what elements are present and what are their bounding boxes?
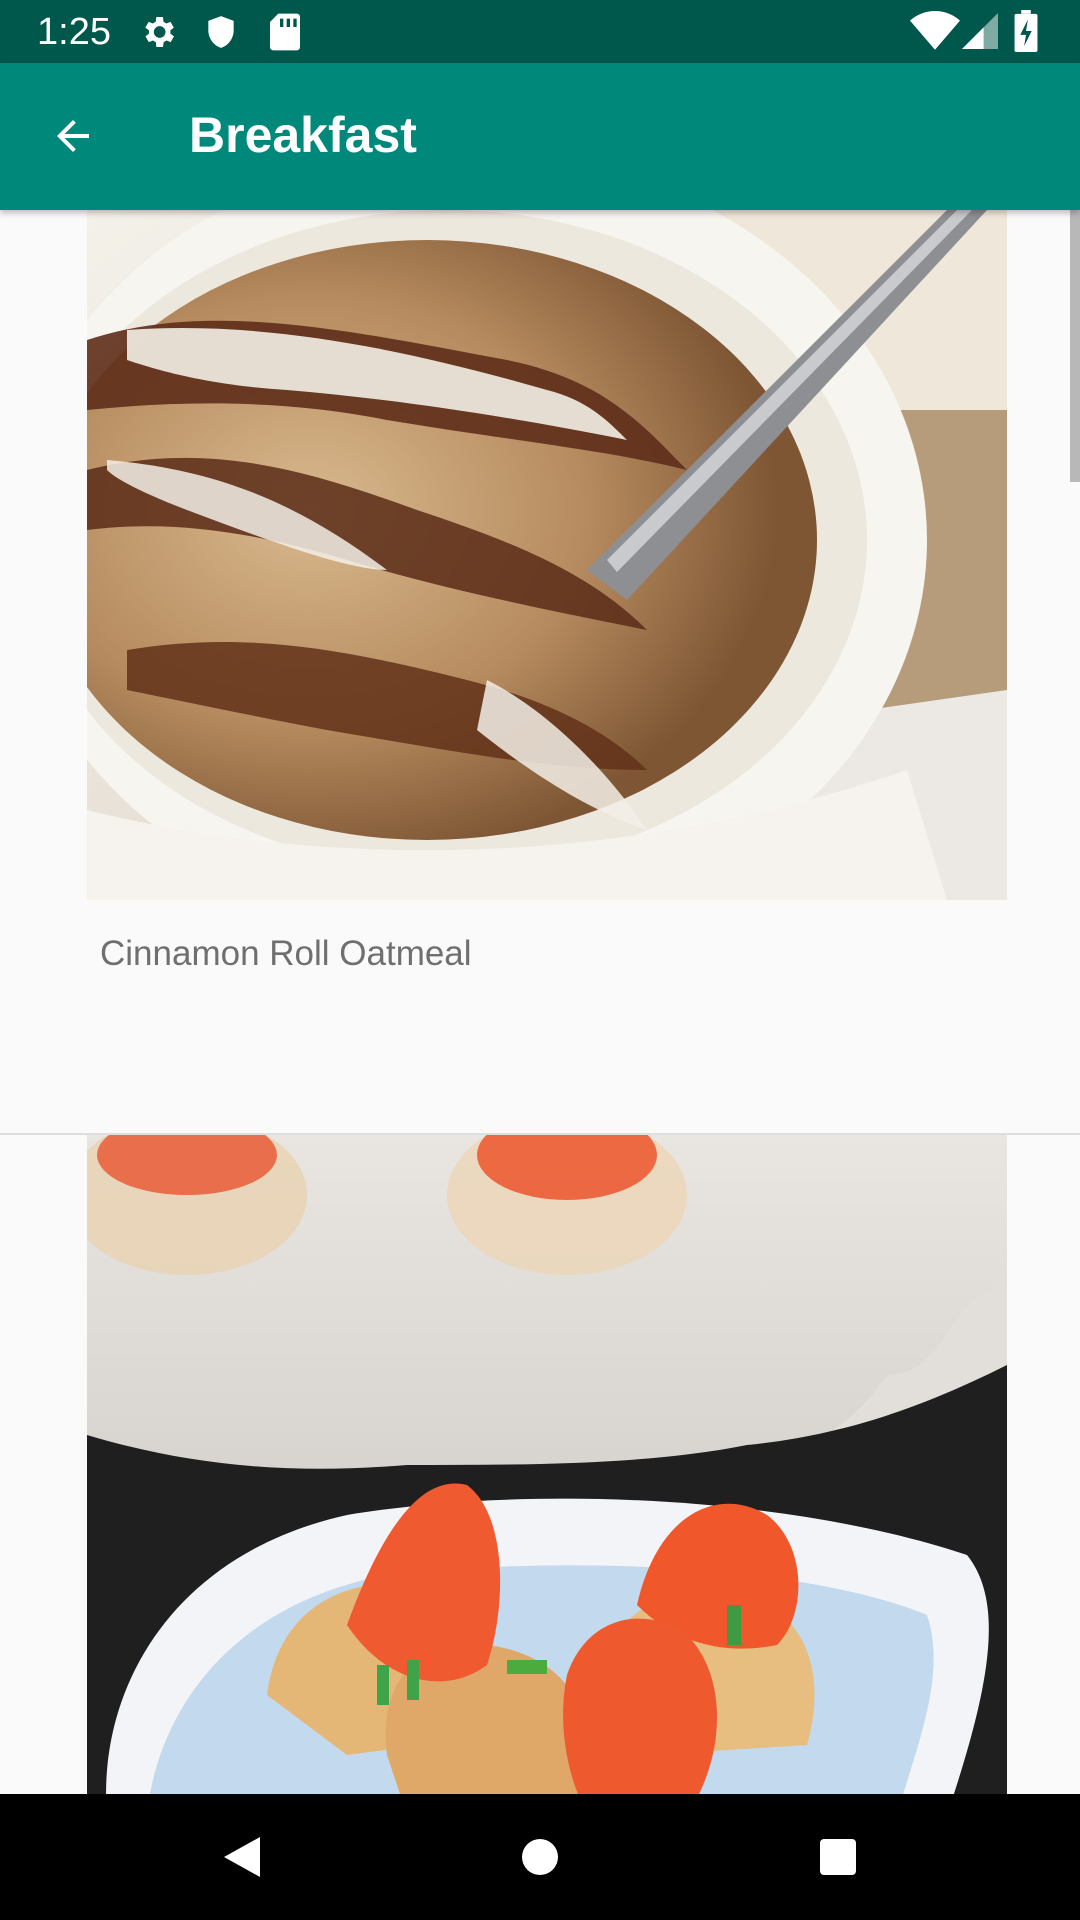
recipe-list[interactable]: Cinnamon Roll Oatmeal (0, 210, 1080, 1794)
status-bar: 1:25 (0, 0, 1080, 63)
scrollbar[interactable] (1070, 210, 1080, 482)
sd-card-icon (268, 12, 302, 57)
nav-home-button[interactable] (510, 1827, 570, 1887)
cell-signal-icon (962, 12, 998, 55)
wifi-icon (910, 10, 960, 57)
shield-icon (202, 12, 240, 57)
recents-square-icon (820, 1839, 856, 1875)
arrow-back-icon (57, 120, 89, 152)
nav-back-button[interactable] (212, 1827, 272, 1887)
recipe-title: Cinnamon Roll Oatmeal (100, 934, 472, 973)
nav-recents-button[interactable] (808, 1827, 868, 1887)
system-nav-bar (0, 1794, 1080, 1920)
battery-charging-icon (1014, 10, 1038, 57)
back-triangle-icon (224, 1837, 260, 1877)
status-time: 1:25 (37, 11, 111, 53)
page-title: Breakfast (189, 107, 417, 163)
app-bar: Breakfast (0, 63, 1080, 210)
list-item[interactable] (0, 1135, 1080, 1794)
list-item[interactable]: Cinnamon Roll Oatmeal (0, 210, 1080, 1135)
home-circle-icon (522, 1839, 558, 1875)
gear-icon (138, 12, 178, 57)
back-button[interactable] (38, 101, 108, 171)
oatmeal-bowl-photo (87, 210, 1007, 900)
smoked-salmon-cups-photo (87, 1135, 1007, 1794)
